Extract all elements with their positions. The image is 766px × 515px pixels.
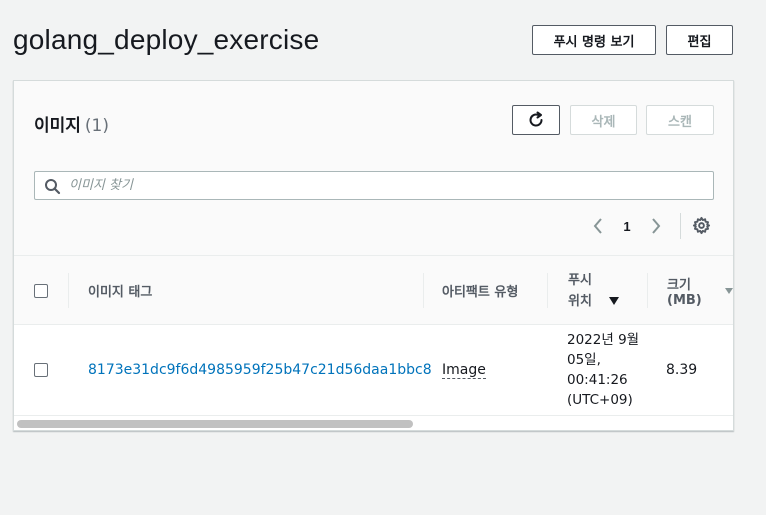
- scan-button[interactable]: 스캔: [646, 105, 714, 135]
- table-row: 8173e31dc9f6d4985959f25b47c21d56daa1bbc8…: [14, 326, 733, 415]
- next-page-button[interactable]: [644, 214, 668, 238]
- artifact-type: Image: [442, 362, 486, 379]
- pagination-divider: [680, 213, 681, 239]
- row-select-cell: [34, 363, 48, 377]
- column-header-tag[interactable]: 이미지 태그: [88, 256, 152, 325]
- image-tag-link[interactable]: 8173e31dc9f6d4985959f25b47c21d56daa1bbc8: [88, 362, 432, 378]
- panel-title-label: 이미지: [34, 116, 81, 136]
- column-header-pushed-line2-text: 위치: [568, 293, 592, 309]
- column-divider: [68, 273, 69, 308]
- refresh-icon: [529, 111, 543, 127]
- sort-down-icon: [608, 297, 619, 305]
- images-panel: 이미지(1) 삭제 스캔 1: [13, 80, 734, 431]
- search-icon: [45, 179, 61, 195]
- select-all-checkbox[interactable]: [34, 283, 48, 298]
- table-header: 이미지 태그 아티팩트 유형 푸시 위치 크기(MB): [14, 256, 733, 325]
- image-tag-cell: 8173e31dc9f6d4985959f25b47c21d56daa1bbc8: [88, 362, 432, 378]
- column-divider: [423, 273, 424, 308]
- previous-page-button[interactable]: [586, 214, 610, 238]
- search-box: [34, 171, 714, 200]
- artifact-type-cell: Image: [442, 362, 486, 379]
- image-count: (1): [84, 116, 110, 136]
- pagination: 1: [586, 213, 711, 239]
- image-size: 8.39: [666, 362, 698, 378]
- chevron-left-icon: [593, 218, 602, 234]
- row-checkbox[interactable]: [34, 363, 48, 377]
- sort-caret-icon: [725, 287, 733, 294]
- gear-icon[interactable]: [692, 216, 711, 235]
- column-header-pushed-line2: 위치: [568, 291, 619, 312]
- panel-title: 이미지 (1): [34, 111, 109, 136]
- pushed-at: 2022년 9월 05일, 00:41:26 (UTC+09): [567, 332, 640, 408]
- horizontal-scrollbar[interactable]: [14, 415, 733, 430]
- search-input[interactable]: [69, 172, 699, 199]
- column-header-pushed-line1: 푸시: [568, 272, 592, 288]
- refresh-button[interactable]: [512, 105, 560, 135]
- edit-button[interactable]: 편집: [666, 25, 733, 55]
- page-title: golang_deploy_exercise: [13, 24, 320, 55]
- current-page[interactable]: 1: [610, 219, 644, 234]
- column-header-size[interactable]: 크기(MB): [667, 256, 733, 325]
- chevron-right-icon: [652, 218, 661, 234]
- column-divider: [647, 273, 648, 308]
- column-header-pushed[interactable]: 푸시 위치: [568, 256, 619, 325]
- select-all-cell: [34, 256, 48, 325]
- column-header-artifact[interactable]: 아티팩트 유형: [442, 256, 518, 325]
- view-push-commands-button[interactable]: 푸시 명령 보기: [532, 25, 656, 55]
- column-header-size-label: 크기(MB): [667, 277, 702, 308]
- column-divider: [547, 273, 548, 308]
- delete-button[interactable]: 삭제: [570, 105, 637, 135]
- panel-header: 이미지(1) 삭제 스캔 1: [14, 81, 733, 256]
- scrollbar-thumb[interactable]: [17, 420, 413, 428]
